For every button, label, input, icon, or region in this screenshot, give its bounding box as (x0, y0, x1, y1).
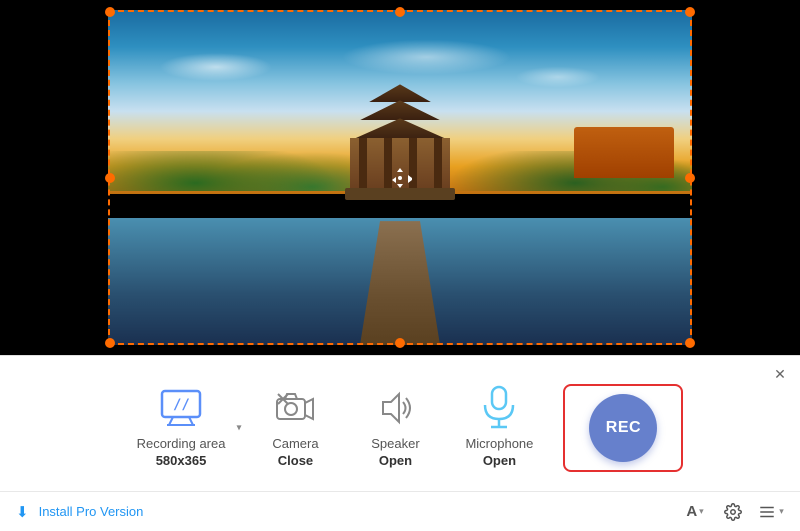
recording-area-control[interactable]: // Recording area 580x365 ▾ (117, 378, 246, 478)
svg-text://: // (173, 397, 190, 413)
menu-button[interactable]: ▾ (758, 499, 784, 525)
roof-tier-1 (345, 118, 455, 140)
canvas-area (0, 0, 800, 355)
speaker-icon (373, 386, 417, 430)
menu-icon (758, 503, 776, 521)
roof-tier-2 (355, 100, 445, 120)
controls-row: // Recording area 580x365 ▾ (0, 356, 800, 491)
roof-tier-3 (365, 84, 435, 102)
speaker-label: Speaker Open (371, 436, 419, 470)
camera-label: Camera Close (272, 436, 318, 470)
camera-icon (273, 386, 317, 430)
column-4 (434, 138, 442, 188)
text-icon-button[interactable]: A ▾ (682, 499, 708, 525)
text-a-icon: A (686, 503, 697, 520)
download-icon: ⬇ (16, 503, 29, 521)
toolbar: ✕ // Recording area 580x365 ▾ (0, 355, 800, 531)
bottom-bar: ⬇ Install Pro Version A ▾ (0, 491, 800, 531)
speaker-control[interactable]: Speaker Open (345, 378, 445, 478)
recording-area-label: Recording area 580x365 (137, 436, 226, 470)
columns-area (350, 138, 450, 188)
microphone-icon (477, 386, 521, 430)
menu-dropdown-arrow: ▾ (779, 506, 784, 517)
rec-area: REC (563, 384, 683, 472)
microphone-control[interactable]: Microphone Open (445, 378, 553, 478)
text-dropdown-arrow: ▾ (699, 506, 704, 517)
bottom-right-icons: A ▾ ▾ (682, 499, 784, 525)
monitor-icon: // (159, 386, 203, 430)
microphone-label: Microphone Open (465, 436, 533, 470)
rec-label: REC (606, 419, 641, 437)
right-buildings (574, 127, 674, 177)
settings-button[interactable] (720, 499, 746, 525)
scene-image (108, 10, 692, 345)
install-pro-link[interactable]: Install Pro Version (39, 504, 144, 519)
close-button[interactable]: ✕ (770, 364, 790, 384)
camera-control[interactable]: Camera Close (245, 378, 345, 478)
dropdown-arrow[interactable]: ▾ (236, 422, 241, 433)
base-platform (345, 188, 455, 200)
column-3 (409, 138, 417, 188)
rec-button[interactable]: REC (589, 394, 657, 462)
pavilion (340, 84, 460, 224)
column-2 (384, 138, 392, 188)
gear-icon (724, 503, 742, 521)
column-1 (359, 138, 367, 188)
